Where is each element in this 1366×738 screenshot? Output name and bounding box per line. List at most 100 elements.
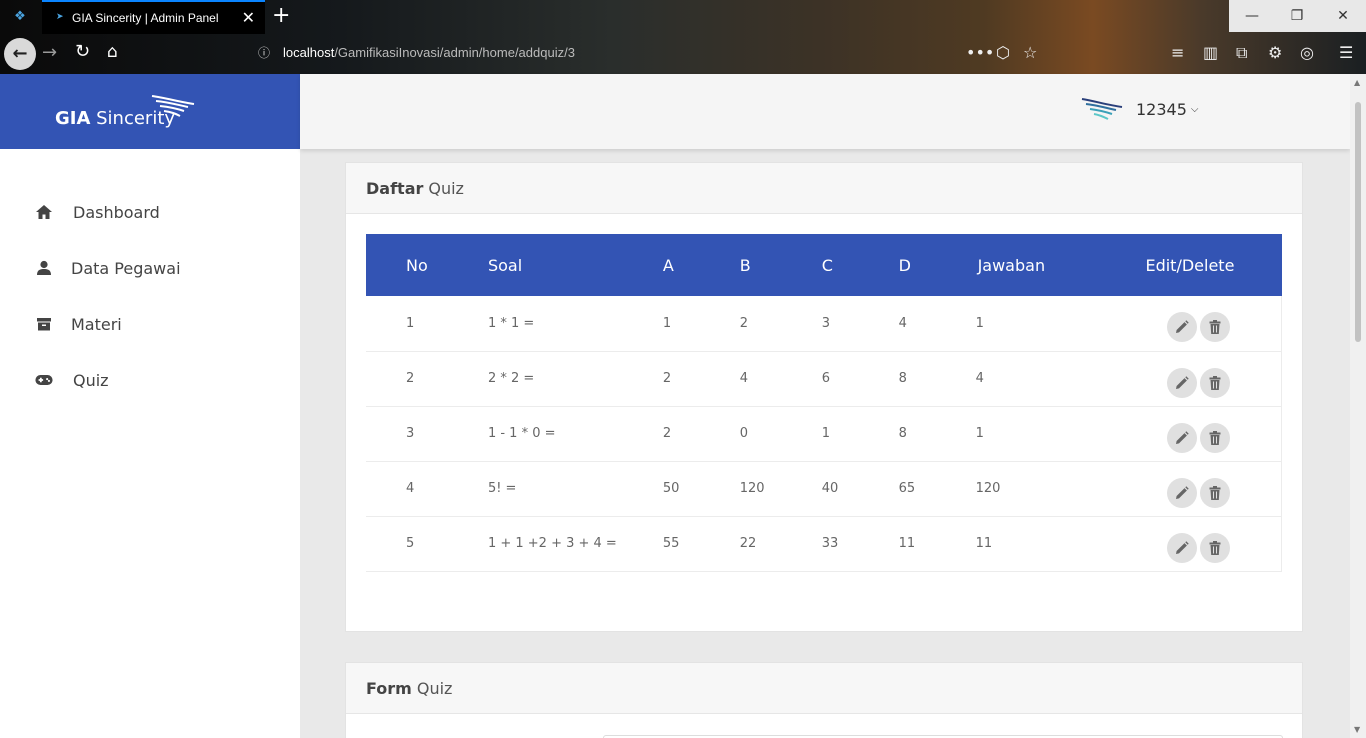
edit-button[interactable] (1167, 367, 1198, 398)
table-row: 22 * 2 = 2 4 6 8 4 (366, 351, 1283, 407)
table-row: 11 * 1 = 1 2 3 4 1 (366, 296, 1283, 352)
bookmark-star-icon[interactable]: ☆ (1023, 43, 1037, 63)
cell-b: 120 (739, 461, 822, 517)
brand-header[interactable]: GIA Sincerity (0, 74, 300, 149)
edit-button[interactable] (1167, 532, 1198, 563)
sidebar-toggle-icon[interactable]: ▥ (1203, 43, 1218, 63)
sync-icon[interactable]: ⧉ (1236, 43, 1247, 63)
close-window-icon[interactable]: ✕ (1320, 0, 1366, 32)
browser-chrome: ❖ ➤ GIA Sincerity | Admin Panel ✕ + — ❐ … (0, 0, 1366, 74)
column-header: Soal (487, 255, 523, 275)
tab-strip: ❖ ➤ GIA Sincerity | Admin Panel ✕ + — ❐ … (0, 0, 1366, 34)
quiz-list-card: Daftar Quiz No Soal A B C D Jawaban Edit… (345, 162, 1303, 632)
cell-jawaban: 1 (975, 296, 1146, 352)
column-header: Edit/Delete (1145, 255, 1235, 275)
pencil-icon (1176, 540, 1190, 554)
sidebar-item-label: Data Pegawai (71, 258, 181, 278)
page: GIA Sincerity Dashboard Data Pegawai Mat… (0, 74, 1366, 738)
home-icon (35, 203, 53, 221)
table-header-row: No Soal A B C D Jawaban Edit/Delete (366, 234, 1282, 296)
sidebar-item-dashboard[interactable]: Dashboard (0, 184, 300, 240)
tab-list-icon[interactable]: ❖ (12, 9, 28, 25)
column-header: B (739, 255, 751, 275)
reload-icon[interactable]: ↻ (75, 42, 90, 62)
close-tab-icon[interactable]: ✕ (242, 9, 255, 27)
scrollbar-thumb[interactable] (1355, 102, 1361, 342)
cell-actions (1145, 406, 1283, 462)
edit-button[interactable] (1167, 422, 1198, 453)
cell-a: 2 (662, 351, 740, 407)
pencil-icon (1176, 375, 1190, 389)
cell-d: 11 (898, 516, 976, 572)
delete-button[interactable] (1200, 532, 1231, 563)
cell-b: 22 (739, 516, 822, 572)
sidebar-item-label: Dashboard (73, 202, 160, 222)
sidebar-menu: Dashboard Data Pegawai Materi Quiz (0, 184, 300, 408)
browser-tab[interactable]: ➤ GIA Sincerity | Admin Panel ✕ (42, 0, 265, 34)
cell-a: 1 (662, 296, 740, 352)
new-tab-icon[interactable]: + (272, 4, 290, 28)
card-title-rest: Quiz (428, 178, 464, 198)
column-header: Jawaban (977, 255, 1046, 275)
forward-arrow-icon[interactable]: → (42, 43, 57, 63)
delete-button[interactable] (1200, 367, 1231, 398)
cell-soal: 2 * 2 = (487, 351, 663, 407)
url-bar[interactable]: localhost/GamifikasiInovasi/admin/home/a… (283, 45, 575, 60)
cell-c: 6 (821, 351, 899, 407)
home-button-icon[interactable]: ⌂ (107, 42, 118, 62)
cell-d: 8 (898, 351, 976, 407)
cell-jawaban: 4 (975, 351, 1146, 407)
back-arrow-icon[interactable]: ← (4, 38, 36, 70)
cell-soal: 5! = (487, 461, 663, 517)
cell-c: 33 (821, 516, 899, 572)
menu-hamburger-icon[interactable]: ☰ (1339, 43, 1353, 63)
pencil-icon (1176, 430, 1190, 444)
sidebar-item-data-pegawai[interactable]: Data Pegawai (0, 240, 300, 296)
trash-icon (1209, 430, 1221, 445)
scroll-up-icon[interactable]: ▲ (1354, 78, 1360, 87)
edit-button[interactable] (1167, 312, 1198, 343)
cell-c: 3 (821, 296, 899, 352)
pocket-icon[interactable]: ⬡ (996, 43, 1010, 63)
cell-soal: 1 - 1 * 0 = (487, 406, 663, 462)
site-info-icon[interactable]: ⓘ (258, 45, 270, 61)
url-host: localhost (283, 45, 335, 60)
delete-button[interactable] (1200, 312, 1231, 343)
cell-jawaban: 1 (975, 406, 1146, 462)
trash-icon (1209, 485, 1221, 500)
user-avatar-logo-icon (1081, 98, 1123, 120)
cell-actions (1145, 516, 1283, 572)
cell-b: 2 (739, 296, 822, 352)
scroll-down-icon[interactable]: ▼ (1354, 725, 1360, 734)
table-row: 51 + 1 +2 + 3 + 4 = 55 22 33 11 11 (366, 516, 1283, 572)
delete-button[interactable] (1200, 422, 1231, 453)
page-scrollbar[interactable]: ▲ ▼ (1350, 74, 1366, 738)
cell-c: 40 (821, 461, 899, 517)
username: 12345 (1136, 99, 1187, 119)
cell-b: 0 (739, 406, 822, 462)
cell-no: 3 (366, 406, 488, 462)
sidebar: GIA Sincerity Dashboard Data Pegawai Mat… (0, 74, 300, 738)
account-icon[interactable]: ◎ (1300, 43, 1314, 63)
page-actions-icon[interactable]: ••• (966, 43, 994, 63)
pencil-icon (1176, 485, 1190, 499)
pencil-icon (1176, 320, 1190, 334)
quiz-form-card: Form Quiz (345, 662, 1303, 738)
sidebar-item-materi[interactable]: Materi (0, 296, 300, 352)
table-row: 4 5! = 50 120 40 65 120 (366, 461, 1283, 517)
chevron-down-icon: ⌵ (1190, 103, 1199, 115)
edit-button[interactable] (1167, 477, 1198, 508)
restore-icon[interactable]: ❐ (1274, 0, 1320, 32)
cell-no: 4 (366, 461, 488, 517)
delete-button[interactable] (1200, 477, 1231, 508)
library-icon[interactable]: ≡ (1171, 43, 1184, 63)
extension-icon[interactable]: ⚙ (1268, 43, 1282, 63)
user-menu[interactable]: 12345 ⌵ (1080, 96, 1199, 122)
trash-icon (1209, 320, 1221, 335)
minimize-icon[interactable]: — (1229, 0, 1275, 32)
column-header: C (821, 255, 833, 275)
cell-a: 55 (662, 516, 740, 572)
cell-no: 5 (366, 516, 488, 572)
sidebar-item-label: Materi (71, 314, 122, 334)
sidebar-item-quiz[interactable]: Quiz (0, 352, 300, 408)
